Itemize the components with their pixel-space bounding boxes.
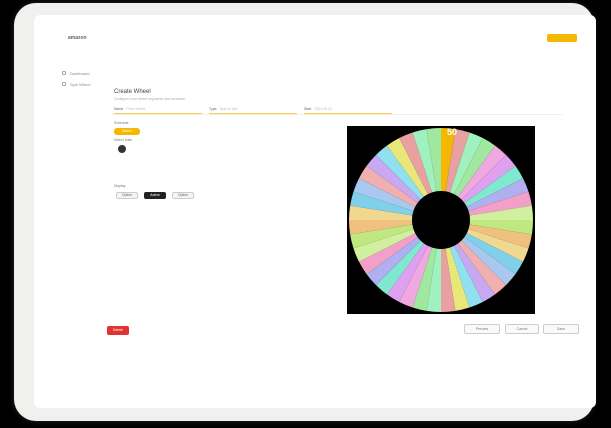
wheel-preview	[347, 126, 535, 314]
field-underline	[114, 113, 202, 114]
wheel-icon	[62, 82, 66, 86]
calendar-day[interactable]	[148, 175, 156, 183]
calendar-day[interactable]	[133, 165, 141, 173]
field-underline	[304, 113, 392, 114]
calendar-day[interactable]	[223, 155, 231, 163]
tablet-frame: amazon Dashboard Spin Wheel Create Wheel…	[14, 3, 596, 421]
calendar-day[interactable]	[208, 175, 216, 183]
calendar-day[interactable]	[118, 165, 126, 173]
calendar-day[interactable]	[163, 175, 171, 183]
calendar-day[interactable]	[253, 155, 261, 163]
spin-wheel[interactable]	[347, 126, 535, 314]
option-button-active[interactable]: Active	[144, 192, 166, 199]
calendar-day[interactable]	[268, 155, 276, 163]
calendar-day[interactable]	[148, 155, 156, 163]
field-extra[interactable]	[497, 104, 500, 114]
field-underline	[209, 113, 297, 114]
top-action-button[interactable]	[547, 34, 577, 42]
calendar-day[interactable]	[118, 155, 126, 163]
sidebar-item-label: Dashboard	[70, 70, 90, 76]
page-subtitle: Configure your wheel segments and schedu…	[114, 97, 186, 101]
dashboard-icon	[62, 71, 66, 75]
sidebar-item-label: Spin Wheel	[70, 81, 91, 87]
calendar-day[interactable]	[163, 145, 171, 153]
calendar-day[interactable]	[298, 175, 306, 183]
calendar-day[interactable]	[283, 145, 291, 153]
sidebar-item-dashboard[interactable]: Dashboard	[62, 69, 90, 77]
schedule-chip[interactable]: Select	[114, 128, 140, 135]
page-title: Create Wheel	[114, 89, 151, 95]
calendar-day[interactable]	[223, 145, 231, 153]
field-label: Type	[209, 107, 217, 111]
options-label: Display	[114, 184, 126, 188]
field-label: Start	[304, 107, 312, 111]
calendar-day[interactable]	[148, 165, 156, 173]
calendar-day[interactable]	[268, 165, 276, 173]
field-value: Spin to Win	[219, 107, 238, 111]
save-button[interactable]: Save	[543, 324, 579, 334]
calendar-day[interactable]	[283, 175, 291, 183]
calendar-day[interactable]	[313, 175, 321, 183]
option-button[interactable]: Option	[116, 192, 138, 199]
field-extra[interactable]	[402, 104, 405, 114]
calendar-day[interactable]	[253, 175, 261, 183]
calendar-day[interactable]	[238, 165, 246, 173]
calendar-label: Select Date	[114, 138, 133, 142]
calendar-day[interactable]	[283, 155, 291, 163]
calendar-day[interactable]	[208, 145, 216, 153]
field-value: Prize Wheel	[126, 107, 146, 111]
app-logo: amazon	[68, 35, 87, 41]
calendar-day[interactable]	[118, 175, 126, 183]
delete-button[interactable]: Delete	[107, 326, 129, 335]
calendar-day[interactable]	[163, 165, 171, 173]
wheel-hub	[412, 191, 470, 249]
calendar-day[interactable]	[178, 145, 186, 153]
calendar-day[interactable]	[208, 165, 216, 173]
cancel-button[interactable]: Cancel	[505, 324, 539, 334]
calendar-day[interactable]	[253, 165, 261, 173]
calendar-day[interactable]	[298, 165, 306, 173]
calendar-day[interactable]	[178, 175, 186, 183]
calendar-day[interactable]	[238, 145, 246, 153]
calendar-day[interactable]	[133, 175, 141, 183]
calendar-day[interactable]	[133, 155, 141, 163]
app-screen: amazon Dashboard Spin Wheel Create Wheel…	[34, 15, 596, 408]
calendar-day[interactable]	[178, 165, 186, 173]
field-label: Name	[114, 107, 124, 111]
calendar-day[interactable]	[313, 155, 321, 163]
calendar-day[interactable]	[238, 175, 246, 183]
field-value: 2024-06-01	[314, 107, 333, 111]
calendar-day[interactable]	[193, 155, 201, 163]
wheel-marker: 50	[446, 127, 457, 137]
calendar-day[interactable]	[133, 145, 141, 153]
calendar-day[interactable]	[118, 145, 126, 153]
calendar-day[interactable]	[253, 145, 261, 153]
calendar-day[interactable]	[238, 155, 246, 163]
calendar-day[interactable]	[298, 155, 306, 163]
sidebar-item-spin-wheel[interactable]: Spin Wheel	[62, 80, 90, 88]
calendar-day[interactable]	[193, 175, 201, 183]
calendar-day[interactable]	[268, 145, 276, 153]
calendar-day[interactable]	[313, 145, 321, 153]
calendar-day[interactable]	[208, 155, 216, 163]
field-row: Name Prize Wheel Type Spin to Win Start …	[112, 104, 562, 115]
calendar-day[interactable]	[223, 175, 231, 183]
calendar-day[interactable]	[193, 165, 201, 173]
schedule-label: Schedule	[114, 121, 129, 125]
calendar-day[interactable]	[268, 175, 276, 183]
calendar-day[interactable]	[313, 165, 321, 173]
calendar-day[interactable]	[163, 155, 171, 163]
option-button[interactable]: Option	[172, 192, 194, 199]
calendar-day[interactable]	[178, 155, 186, 163]
calendar-day[interactable]	[193, 145, 201, 153]
preview-button[interactable]: Preview	[464, 324, 500, 334]
calendar-day[interactable]	[298, 145, 306, 153]
calendar-day[interactable]	[148, 145, 156, 153]
calendar-day[interactable]	[223, 165, 231, 173]
calendar-day[interactable]	[283, 165, 291, 173]
